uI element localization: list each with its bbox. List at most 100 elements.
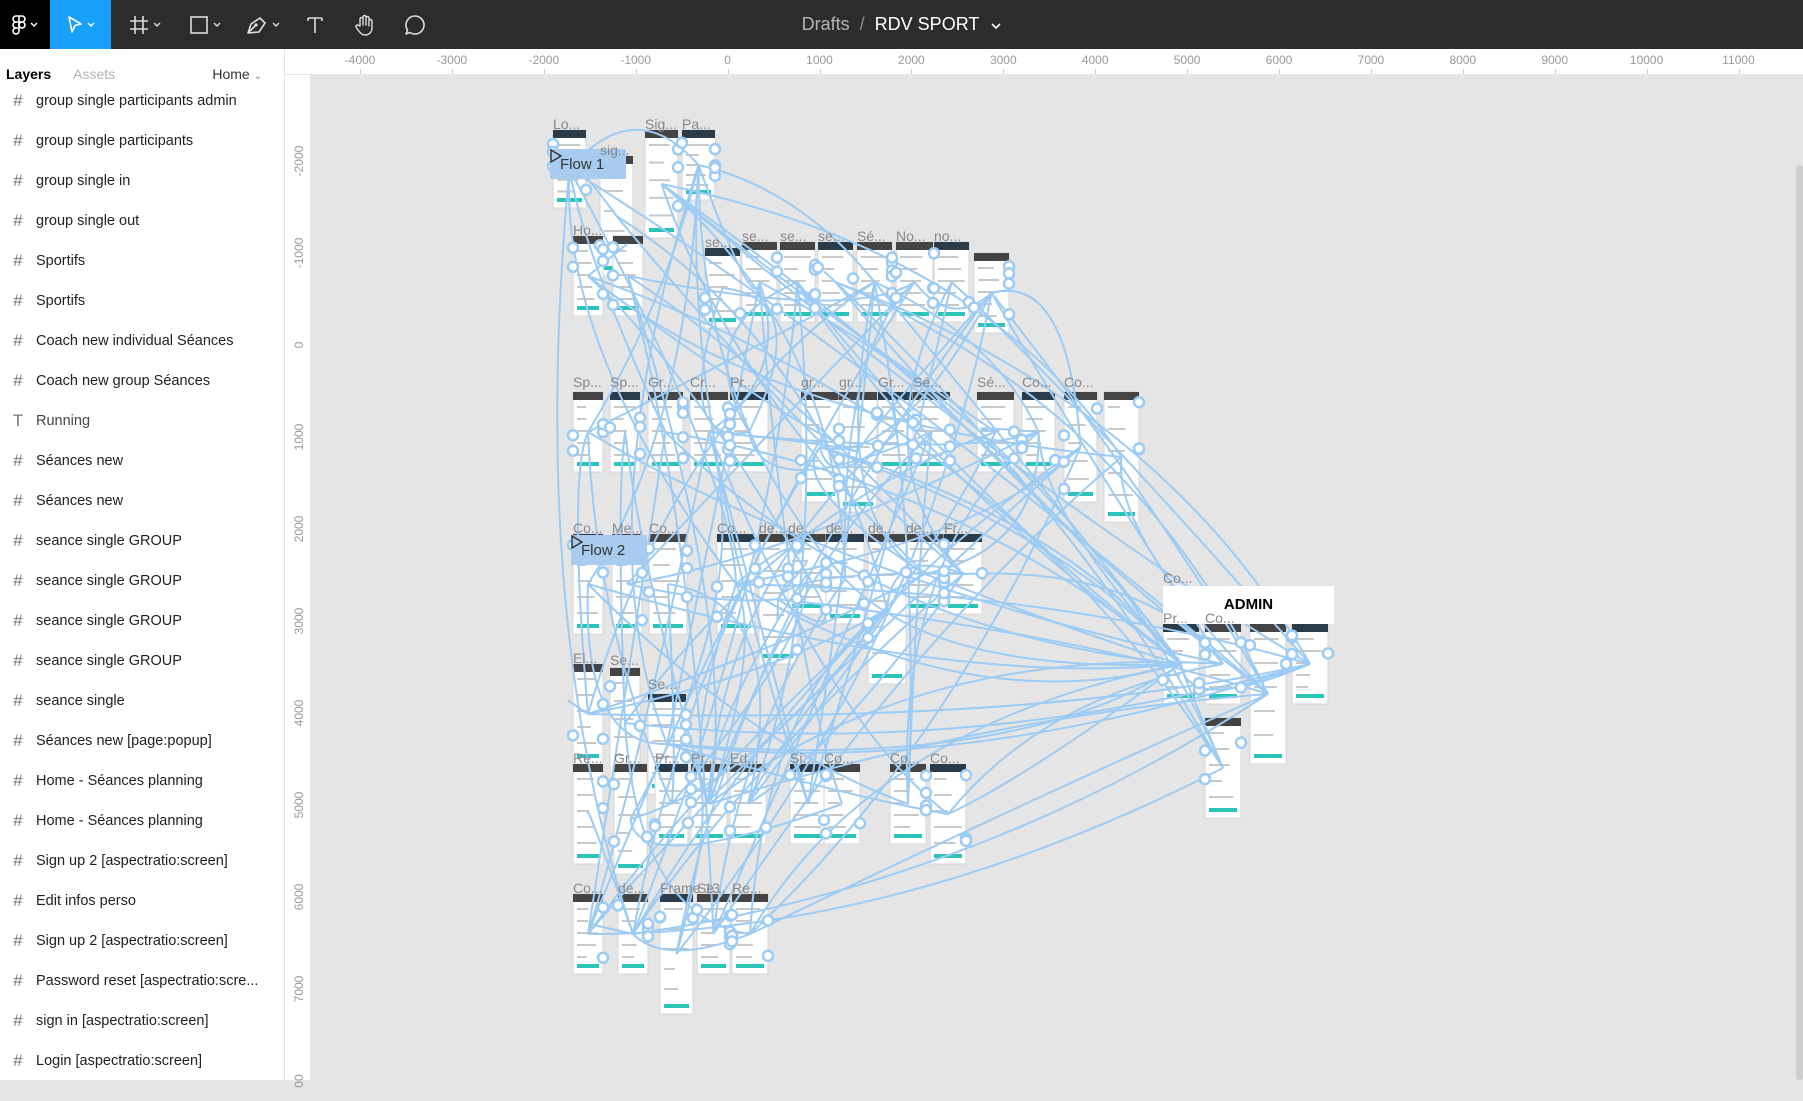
connection-node[interactable] [770,302,784,316]
connection-node[interactable] [1192,676,1206,690]
layer-item[interactable]: # group single in [0,161,284,201]
connection-node[interactable] [679,750,693,764]
connection-node[interactable] [680,561,694,575]
connection-node[interactable] [781,570,795,583]
connection-node[interactable] [607,835,621,848]
connection-node[interactable] [710,610,724,624]
connection-node[interactable] [633,719,647,733]
connection-node[interactable] [606,298,620,312]
connection-node[interactable] [770,251,784,264]
connection-node[interactable] [794,471,808,485]
connection-node[interactable] [723,439,737,452]
file-name[interactable]: RDV SPORT [875,14,980,35]
frame-label[interactable]: Ho... [573,222,603,238]
connection-node[interactable] [832,452,846,466]
connection-node[interactable] [725,908,739,922]
connection-node[interactable] [790,592,804,605]
connection-node[interactable] [959,834,973,848]
connection-node[interactable] [853,817,867,830]
connection-node[interactable] [725,935,739,948]
connection-node[interactable] [640,830,654,844]
connection-node[interactable] [596,901,610,914]
connection-node[interactable] [723,417,737,431]
connection-node[interactable] [710,580,724,593]
frame-label[interactable]: Cr... [690,374,716,390]
connection-node[interactable] [648,820,662,833]
frame-label[interactable]: Lo... [553,116,580,132]
connection-node[interactable] [679,718,693,731]
connection-node[interactable] [1321,647,1335,660]
frame-label[interactable]: se... [818,228,844,244]
connection-node[interactable] [790,539,804,552]
frame-label[interactable]: Se... [610,652,639,668]
connection-node[interactable] [566,444,580,457]
connection-node[interactable] [733,307,747,320]
connection-node[interactable] [1156,673,1170,687]
tab-assets[interactable]: Assets [73,66,115,82]
connection-node[interactable] [708,161,722,175]
layer-item[interactable]: # Sign up 2 [aspectratio:screen] [0,841,284,881]
connection-node[interactable] [681,816,695,830]
frame-label[interactable]: El... [573,650,597,666]
layer-item[interactable]: # Edit infos perso [0,881,284,921]
design-canvas[interactable]: Flow 1 Flow 2 ADMIN Lo... sig... Sig... Pa.… [312,76,1803,1080]
connection-node[interactable] [861,575,875,588]
layer-item[interactable]: # Password reset [aspectratio:scre... [0,961,284,1001]
connection-node[interactable] [1198,772,1212,786]
connection-node[interactable] [748,539,762,552]
connection-node[interactable] [566,260,580,274]
frame-label[interactable]: Sp... [573,374,602,390]
connection-node[interactable] [1234,681,1248,694]
layer-item[interactable]: # group single participants [0,121,284,161]
connection-node[interactable] [937,538,951,551]
connection-node[interactable] [919,786,933,800]
connection-node[interactable] [635,566,649,580]
connection-node[interactable] [1132,396,1146,409]
flow-2-tag[interactable]: Flow 2 [571,535,648,565]
layer-item[interactable]: # Login [aspectratio:screen] [0,1041,284,1080]
connection-node[interactable] [906,416,920,429]
frame-label[interactable]: Co... [1022,374,1052,390]
comment-tool-button[interactable] [400,0,430,49]
connection-node[interactable] [596,951,610,964]
connection-node[interactable] [641,917,655,931]
connection-node[interactable] [603,680,617,693]
connection-node[interactable] [819,768,833,781]
pen-tool-button[interactable] [238,0,288,49]
frame-label[interactable]: se... [742,228,768,244]
connection-node[interactable] [607,777,621,791]
frame-label[interactable]: Pa... [682,116,711,132]
connection-node[interactable] [566,729,580,742]
layer-item[interactable]: # Sportifs [0,281,284,321]
frame-label[interactable]: Gr... [614,750,640,766]
frame-label[interactable]: Co... [573,880,603,896]
connection-node[interactable] [871,439,885,452]
frame-label[interactable]: Gr... [648,374,674,390]
layer-item[interactable]: # group single out [0,201,284,241]
frame-label[interactable]: de... [618,880,645,896]
frame-label[interactable]: no... [934,228,961,244]
connection-node[interactable] [1234,736,1248,749]
connection-node[interactable] [611,899,625,912]
frame-label[interactable]: Co... [717,520,747,536]
connection-node[interactable] [596,801,610,815]
connection-node[interactable] [684,796,698,809]
connection-node[interactable] [684,770,698,783]
connection-node[interactable] [680,590,694,604]
frame-label[interactable]: Pr... [655,750,680,766]
frame-label[interactable]: sig... [600,142,630,158]
layer-item[interactable]: # seance single GROUP [0,641,284,681]
connection-node[interactable] [633,447,647,461]
frame-label[interactable]: Co... [1163,570,1193,586]
layer-item[interactable]: # Séances new [0,441,284,481]
figma-menu-button[interactable] [0,0,50,49]
connection-node[interactable] [1002,277,1016,290]
connection-node[interactable] [603,421,617,434]
layer-item[interactable]: # Coach new individual Séances [0,321,284,361]
connection-node[interactable] [680,544,694,557]
connection-node[interactable] [937,586,951,600]
connection-node[interactable] [1007,425,1021,438]
connection-node[interactable] [1057,482,1071,496]
connection-node[interactable] [927,281,941,295]
frame-label[interactable]: de... [788,520,815,536]
